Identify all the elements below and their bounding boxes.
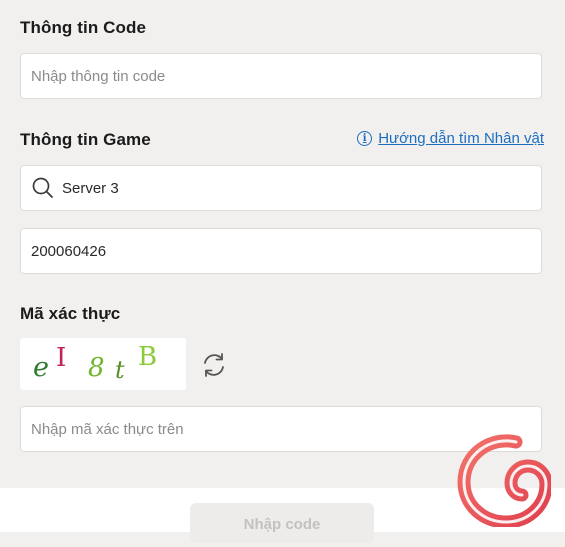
captcha-char: 8: [88, 353, 105, 383]
code-input[interactable]: [21, 67, 541, 85]
character-help-link-label: Hướng dẫn tìm Nhân vật: [378, 130, 544, 147]
character-id-value: 200060426: [31, 242, 107, 260]
character-id-field[interactable]: 200060426: [20, 228, 542, 274]
captcha-char: I: [56, 343, 67, 373]
brand-logo-icon: [457, 434, 551, 527]
captcha-char: e: [33, 352, 49, 383]
captcha-section-title: Mã xác thực: [20, 304, 121, 323]
server-value: Server 3: [62, 179, 119, 197]
game-section-title: Thông tin Game: [20, 130, 151, 149]
code-section-title: Thông tin Code: [20, 18, 147, 37]
refresh-icon[interactable]: [200, 351, 228, 379]
captcha-char: B: [138, 342, 158, 372]
server-select[interactable]: Server 3: [20, 165, 542, 211]
info-icon: i: [357, 131, 373, 146]
code-input-field[interactable]: [20, 53, 542, 99]
submit-code-button[interactable]: Nhập code: [190, 503, 374, 543]
search-icon: [32, 177, 53, 198]
captcha-char: t: [115, 356, 125, 384]
captcha-image: e I 8 t B: [20, 338, 186, 390]
character-help-link[interactable]: i Hướng dẫn tìm Nhân vật: [357, 130, 544, 147]
